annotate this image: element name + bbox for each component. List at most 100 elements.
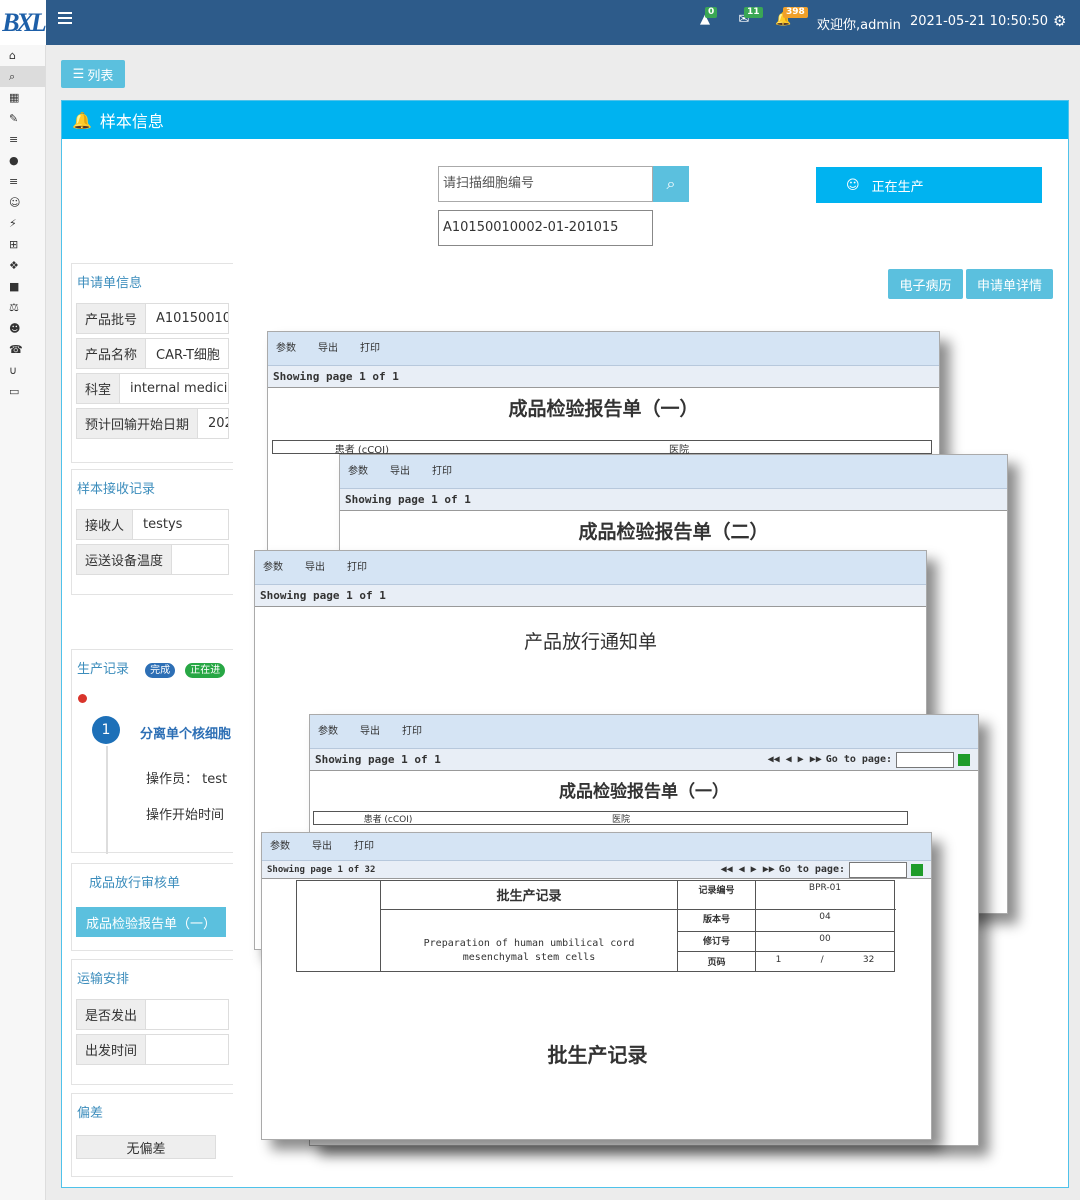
page-info: Showing page 1 of 1 [255, 585, 926, 607]
scan-input[interactable]: 请扫描细胞编号 [438, 166, 653, 202]
page-nav: ◀◀ ◀ ▶ ▶▶ Go to page: [768, 751, 970, 768]
export-button[interactable]: 导出 [318, 343, 342, 355]
app-logo: BXL [0, 0, 47, 45]
gear-icon[interactable]: ⚙ [1053, 12, 1066, 30]
report-title: 成品检验报告单（二） [578, 521, 769, 543]
release-section: 成品放行审核单 成品检验报告单（一） [71, 863, 233, 951]
notification-icon[interactable]: 🔔 398 [775, 7, 808, 28]
operator-row: 操作员： test [146, 772, 228, 787]
print-button[interactable]: 打印 [354, 841, 378, 853]
timeline-line [106, 746, 108, 854]
nav-arrows-icon[interactable]: ◀◀ ◀ ▶ ▶▶ [721, 864, 775, 875]
go-button[interactable] [911, 863, 923, 876]
building-icon[interactable]: ▦ [0, 87, 45, 108]
panel-title: 样本信息 [99, 112, 164, 131]
cubes-icon[interactable]: ❖ [0, 255, 45, 276]
top-navbar: BXL ▲ 0 ✉ 11 🔔 398 欢迎你,admin 2021-05-21 10:… [0, 0, 1080, 45]
receive-title: 样本接收记录 [77, 482, 156, 497]
page-nav: ◀◀ ◀ ▶ ▶▶ Go to page: [721, 861, 923, 878]
product-desc: Preparation of human umbilical cord mesen… [423, 938, 635, 963]
params-button[interactable]: 参数 [270, 841, 294, 853]
timeline-dot [78, 694, 87, 703]
params-button[interactable]: 参数 [318, 726, 342, 738]
search-icon: ⌕ [666, 174, 676, 193]
current-datetime: 2021-05-21 10:50:50 [910, 14, 1049, 29]
database2-icon[interactable]: ≡ [0, 171, 45, 192]
mail-icon[interactable]: ✉ 11 [736, 7, 763, 28]
export-button[interactable]: 导出 [360, 726, 384, 738]
list-button[interactable]: ☰ 列表 [61, 60, 125, 88]
emr-button[interactable]: 电子病历 [888, 269, 963, 299]
request-section: 申请单信息 产品批号A101500100 产品名称CAR-T细胞 科室inter… [71, 263, 233, 463]
done-badge[interactable]: 完成 [145, 663, 176, 678]
report-toolbar: 参数 导出 打印 [340, 455, 1007, 489]
report-toolbar: 参数 导出 打印 [268, 332, 939, 366]
plug-icon[interactable]: ⚡ [0, 213, 45, 234]
params-button[interactable]: 参数 [276, 343, 300, 355]
users-icon[interactable]: ☻ [0, 318, 45, 339]
print-button[interactable]: 打印 [402, 726, 426, 738]
table-line [381, 909, 896, 910]
pipette-icon[interactable]: ✎ [0, 108, 45, 129]
folder-icon[interactable]: ▭ [0, 381, 45, 402]
notice-title: 产品放行通知单 [523, 632, 657, 653]
field-row: 产品批号A101500100 [76, 303, 229, 334]
page-info: Showing page 1 of 32 ◀◀ ◀ ▶ ▶▶ Go to page: [262, 861, 931, 879]
sidebar: ⌂ ⌕ ▦ ✎ ≡ ● ≡ ☺ ⚡ ⊞ ❖ ■ ⚖ ☻ ☎ ∪ ▭ [0, 45, 46, 1200]
nav-arrows-icon[interactable]: ◀◀ ◀ ▶ ▶▶ [768, 754, 822, 765]
truck-icon[interactable]: ■ [0, 276, 45, 297]
receive-section: 样本接收记录 接收人 testys 运送设备温度 [71, 469, 233, 595]
goto-input[interactable] [896, 751, 954, 768]
step-number: 1 [92, 716, 120, 744]
print-button[interactable]: 打印 [360, 343, 384, 355]
bell-icon: 🔔 [72, 110, 92, 130]
field-row: 产品名称 CAR-T细胞 [76, 338, 229, 369]
batch-record-title: 批生产记录 [547, 1043, 648, 1067]
worker-icon: ☺ [846, 177, 860, 193]
report-title: 成品检验报告单（一） [508, 398, 699, 420]
page-count: 1/32 [775, 955, 875, 965]
menu-toggle-icon[interactable] [58, 12, 72, 24]
home-icon[interactable]: ⌂ [0, 45, 45, 66]
field-row: 预计回输开始日期202 [76, 408, 229, 439]
export-button[interactable]: 导出 [305, 562, 329, 574]
phone-icon[interactable]: ☎ [0, 339, 45, 360]
print-button[interactable]: 打印 [432, 466, 456, 478]
params-button[interactable]: 参数 [263, 562, 287, 574]
params-button[interactable]: 参数 [348, 466, 372, 478]
welcome-user[interactable]: 欢迎你,admin [817, 14, 901, 33]
warning-bell-icon[interactable]: ▲ 0 [697, 7, 718, 28]
database-icon[interactable]: ≡ [0, 129, 45, 150]
page-info: Showing page 1 of 1 [268, 366, 939, 388]
production-section: 生产记录 完成 正在进 1 分离单个核细胞 操作员： test 操作开始时间 [71, 649, 233, 854]
go-button[interactable] [958, 753, 970, 766]
field-row: 接收人 testys [76, 509, 229, 540]
request-detail-button[interactable]: 申请单详情 [966, 269, 1053, 299]
print-button[interactable]: 打印 [347, 562, 371, 574]
running-badge[interactable]: 正在进 [185, 663, 226, 678]
drop-icon[interactable]: ● [0, 150, 45, 171]
magnet-icon[interactable]: ∪ [0, 360, 45, 381]
export-button[interactable]: 导出 [312, 841, 336, 853]
cell-code-field[interactable]: A10150010002-01-201015 [438, 210, 653, 246]
deviation-value: 无偏差 [76, 1135, 216, 1159]
search-icon[interactable]: ⌕ [0, 66, 45, 87]
step-title[interactable]: 分离单个核细胞 [140, 723, 231, 742]
production-title: 生产记录 完成 正在进 [72, 650, 233, 685]
scale-icon[interactable]: ⚖ [0, 297, 45, 318]
goto-input[interactable] [849, 861, 907, 878]
page-info: Showing page 1 of 1 ◀◀ ◀ ▶ ▶▶ Go to page: [310, 749, 978, 771]
table-line [678, 951, 895, 952]
status-button[interactable]: ☺ 正在生产 [816, 167, 1042, 203]
report-table: 患者 (cCOI) 医院 [313, 811, 908, 825]
user-plus-icon[interactable]: ☺ [0, 192, 45, 213]
export-button[interactable]: 导出 [390, 466, 414, 478]
start-time-label: 操作开始时间 [146, 808, 225, 823]
report-toolbar: 参数 导出 打印 [262, 833, 931, 861]
report-toolbar: 参数 导出 打印 [310, 715, 978, 749]
report-button[interactable]: 成品检验报告单（一） [76, 907, 226, 937]
search-button[interactable]: ⌕ [653, 166, 689, 202]
batch-header-table: 批生产记录 Preparation of human umbilical cor… [296, 880, 896, 972]
table-line [678, 931, 895, 932]
cart-icon[interactable]: ⊞ [0, 234, 45, 255]
